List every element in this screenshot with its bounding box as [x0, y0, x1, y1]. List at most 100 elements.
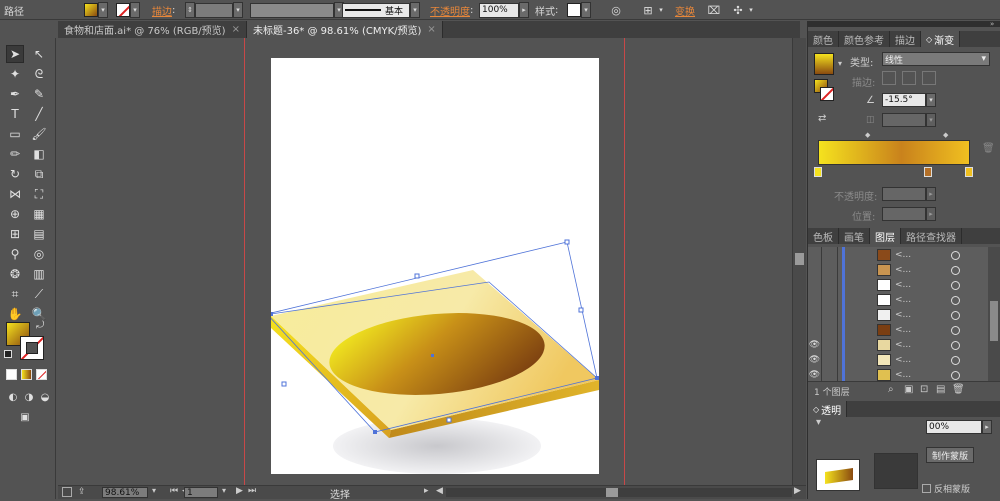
layers-scrollbar[interactable]: [988, 247, 1000, 381]
close-icon[interactable]: ×: [427, 24, 435, 35]
tab-pathfinder[interactable]: 路径查找器: [901, 228, 962, 244]
transparency-opacity-field[interactable]: 00%: [926, 420, 982, 434]
stop-location-field[interactable]: [882, 207, 926, 221]
line-tool-icon[interactable]: ╱: [30, 105, 48, 123]
gradient-preset-dropdown-icon[interactable]: ▾: [838, 59, 842, 68]
document-icon[interactable]: [62, 487, 72, 497]
draw-inside-icon[interactable]: ◒: [36, 388, 54, 406]
scroll-left-icon[interactable]: ◀: [436, 486, 443, 496]
horizontal-scrollbar[interactable]: [446, 488, 792, 497]
align-icon[interactable]: ⊞ ▾: [640, 2, 666, 18]
angle-field[interactable]: -15.5°: [882, 93, 926, 107]
type-tool-icon[interactable]: T: [6, 105, 24, 123]
transform-label[interactable]: 变换: [675, 2, 695, 18]
tab-food-shop[interactable]: 食物和店面.ai* @ 76% (RGB/预览) ×: [58, 21, 247, 38]
scrollbar-thumb[interactable]: [990, 301, 998, 341]
gradient-stop-middle[interactable]: [924, 167, 932, 177]
tab-gradient[interactable]: ◇ 渐变: [921, 31, 961, 47]
width-tool-icon[interactable]: ⋈: [6, 185, 24, 203]
invert-mask-checkbox[interactable]: [922, 484, 931, 493]
bounding-handle[interactable]: [414, 273, 420, 279]
anchor-handle[interactable]: [595, 376, 599, 380]
object-thumbnail[interactable]: [816, 459, 860, 491]
layer-name[interactable]: <...: [895, 265, 943, 275]
hand-tool-icon[interactable]: ✋: [6, 305, 24, 323]
opacity-arrow-icon[interactable]: ▸: [982, 420, 992, 434]
variable-width-field[interactable]: ▾: [250, 2, 344, 18]
selection-tool-icon[interactable]: ➤: [6, 45, 24, 63]
swap-colors-icon[interactable]: ⤾: [36, 320, 44, 331]
zoom-field[interactable]: 98.61%: [102, 487, 148, 498]
magic-wand-tool-icon[interactable]: ✦: [6, 65, 24, 83]
stroke-indicator[interactable]: [820, 87, 834, 101]
opacity-label[interactable]: 不透明度:: [430, 2, 473, 18]
tab-color[interactable]: 颜色: [808, 31, 839, 47]
rotate-tool-icon[interactable]: ↻: [6, 165, 24, 183]
vertical-scrollbar[interactable]: [792, 38, 806, 485]
eyedropper-tool-icon[interactable]: ⚲: [6, 245, 24, 263]
recolor-icon[interactable]: ◎: [608, 2, 624, 18]
rectangle-tool-icon[interactable]: ▭: [6, 125, 24, 143]
eraser-tool-icon[interactable]: ◧: [30, 145, 48, 163]
symbol-sprayer-tool-icon[interactable]: ❂: [6, 265, 24, 283]
column-graph-tool-icon[interactable]: ▥: [30, 265, 48, 283]
more-options-icon[interactable]: ✣ ▾: [730, 2, 756, 18]
target-circle-icon[interactable]: [951, 250, 960, 260]
bounding-handle[interactable]: [578, 307, 584, 313]
close-icon[interactable]: ×: [232, 24, 240, 35]
stroke-within-icon[interactable]: [882, 71, 896, 85]
layer-name[interactable]: <...: [895, 295, 943, 305]
target-circle-icon[interactable]: [951, 355, 960, 365]
angle-dropdown-icon[interactable]: ▾: [926, 93, 936, 107]
zoom-dropdown-icon[interactable]: ▾: [152, 486, 156, 495]
stroke-color-box[interactable]: [20, 336, 44, 360]
layer-row[interactable]: 👁 <...: [808, 366, 986, 381]
target-circle-icon[interactable]: [951, 325, 960, 335]
tab-swatches[interactable]: 色板: [808, 228, 839, 244]
artboard-tool-icon[interactable]: ⌗: [6, 285, 24, 303]
new-sublayer-icon[interactable]: ⊡: [920, 384, 928, 395]
stroke-weight-stepper[interactable]: ⇕ ▾: [185, 2, 243, 18]
layer-name[interactable]: <...: [895, 280, 943, 290]
artboard-dropdown-icon[interactable]: ▾: [222, 486, 226, 495]
tab-color-guide[interactable]: 颜色参考: [839, 31, 890, 47]
tab-layers[interactable]: 图层: [870, 228, 901, 244]
pen-tool-icon[interactable]: ✒: [6, 85, 24, 103]
panel-dock-header[interactable]: [808, 21, 1000, 27]
pencil-tool-icon[interactable]: ✏: [6, 145, 24, 163]
fill-swatch[interactable]: ▾: [84, 2, 108, 18]
style-swatch[interactable]: ▾: [567, 2, 591, 18]
color-mode-button[interactable]: [6, 369, 17, 380]
next-artboard-icon[interactable]: ▶: [236, 486, 243, 496]
anchor-handle[interactable]: [373, 430, 377, 434]
slice-tool-icon[interactable]: ⟋: [30, 285, 48, 303]
stroke-swatch[interactable]: ▾: [116, 2, 140, 18]
layer-name[interactable]: <...: [895, 325, 943, 335]
tab-brushes[interactable]: 画笔: [839, 228, 870, 244]
new-layer-icon[interactable]: ▤: [936, 384, 945, 395]
share-icon[interactable]: ⇪: [78, 487, 86, 497]
reverse-gradient-icon[interactable]: ⇄: [818, 113, 826, 124]
layer-name[interactable]: <...: [895, 355, 943, 365]
tab-transparency[interactable]: ◇ 透明: [808, 401, 848, 417]
perspective-grid-tool-icon[interactable]: ▦: [30, 205, 48, 223]
scrollbar-thumb[interactable]: [606, 488, 618, 497]
default-colors-icon[interactable]: [4, 350, 12, 358]
curvature-tool-icon[interactable]: ✎: [30, 85, 48, 103]
target-circle-icon[interactable]: [951, 280, 960, 290]
layer-name[interactable]: <...: [895, 310, 943, 320]
gradient-mode-button[interactable]: [21, 369, 32, 380]
gradient-stop-end[interactable]: [965, 167, 973, 177]
lock-toggle[interactable]: [822, 366, 838, 381]
gradient-stop-start[interactable]: [814, 167, 822, 177]
opacity-field[interactable]: 100% ▸: [479, 2, 529, 18]
stroke-style-dropdown[interactable]: 基本 ▾: [342, 2, 420, 18]
artboard-number-field[interactable]: 1: [184, 487, 218, 498]
bounding-handle[interactable]: [281, 381, 287, 387]
stop-location-arrow-icon[interactable]: ▸: [926, 207, 936, 221]
layer-name[interactable]: <...: [895, 370, 943, 380]
free-transform-tool-icon[interactable]: ⛶: [30, 185, 48, 203]
delete-stop-icon[interactable]: 🗑: [982, 143, 995, 154]
stroke-along-icon[interactable]: [902, 71, 916, 85]
isolate-icon[interactable]: ⌧: [706, 2, 722, 18]
